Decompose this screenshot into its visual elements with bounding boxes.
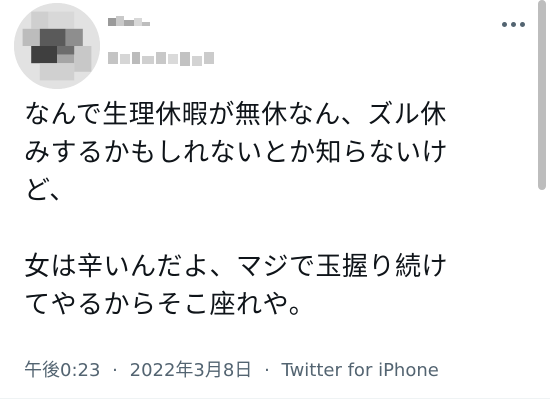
tweet-metadata: 午後0:23 · 2022年3月8日 · Twitter for iPhone [24, 359, 439, 383]
tweet-text-line: ど、 [24, 176, 76, 206]
more-horizontal-icon [501, 21, 507, 27]
scrollbar-thumb[interactable] [538, 0, 546, 190]
tweet-text-line: みするかもしれないとか知らないけ [24, 138, 449, 168]
divider [0, 398, 550, 399]
tweet-text-blank-line [24, 210, 524, 248]
more-options-button[interactable] [496, 10, 530, 38]
tweet-text-line: 女は辛いんだよ、マジで玉握り続け [24, 252, 449, 282]
more-horizontal-icon-dot [519, 21, 525, 27]
tweet-text-line: てやるからそこ座れや。 [24, 290, 316, 320]
tweet-text-line: なんで生理休暇が無休なん、ズル休 [24, 100, 447, 130]
more-horizontal-icon-dot [510, 21, 516, 27]
tweet-text: なんで生理休暇が無休なん、ズル休 みするかもしれないとか知らないけ ど、 女は辛… [24, 96, 524, 324]
pixelated-display-name [108, 16, 150, 26]
avatar[interactable] [14, 3, 100, 89]
tweet-date[interactable]: 2022年3月8日 [130, 360, 253, 381]
tweet-time[interactable]: 午後0:23 [24, 360, 100, 381]
meta-separator: · [112, 360, 118, 381]
pixelated-handle [108, 52, 214, 66]
tweet-source-link[interactable]: Twitter for iPhone [282, 360, 439, 381]
pixelated-avatar-image [14, 3, 100, 89]
author-info[interactable] [108, 10, 348, 72]
meta-separator: · [264, 360, 270, 381]
tweet-card: なんで生理休暇が無休なん、ズル休 みするかもしれないとか知らないけ ど、 女は辛… [0, 0, 550, 407]
